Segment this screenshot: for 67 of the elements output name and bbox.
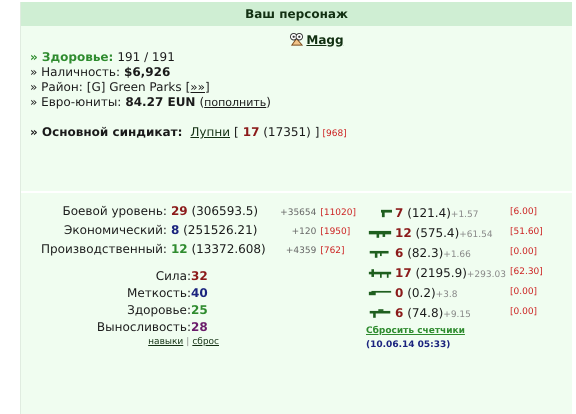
bracket: ] — [314, 124, 320, 141]
weapon-gain: +3.8 — [436, 288, 458, 302]
reset-counters-link[interactable]: Сбросить счетчики — [366, 325, 465, 338]
level-value: 12 (13372.608) — [170, 241, 266, 258]
attribute-value: 25 — [191, 302, 209, 319]
weapon-stat: 0 (0.2) — [395, 284, 436, 302]
weapon-bonus: [6.00] — [510, 206, 538, 220]
gun-icon — [368, 308, 392, 318]
reset-date: (10.06.14 05:33) — [366, 338, 450, 352]
info-value: 84.27 EUN — [125, 94, 196, 111]
info-label: » Здоровье: — [30, 49, 114, 66]
level-value: 8 (251526.21) — [170, 222, 258, 239]
weapon-gain: +9.15 — [443, 308, 471, 322]
avatar-icon — [289, 32, 304, 47]
info-label: » Евро-юниты: — [30, 94, 122, 111]
weapon-gain: +293.03 — [466, 268, 506, 282]
info-value: $6,926 — [124, 64, 170, 81]
weapon-stat: 12 (575.4) — [395, 224, 460, 242]
attribute-value: 40 — [191, 285, 209, 302]
top-up-link[interactable]: пополнить — [204, 95, 266, 112]
weapon-bonus: [0.00] — [510, 246, 538, 260]
level-label: Боевой уровень: — [61, 203, 167, 220]
weapon-bonus: [51.60] — [510, 226, 543, 240]
gun-icon — [381, 208, 392, 218]
bracket: [ — [234, 124, 239, 141]
level-bonus: [11020] — [320, 207, 356, 220]
attribute-label: Сила: — [154, 268, 191, 285]
syndicate-link[interactable]: Лупни — [190, 123, 230, 141]
panel-header: Ваш персонаж — [21, 2, 572, 26]
weapon-gain: +1.57 — [450, 208, 478, 222]
weapon-stat: 6 (82.3) — [395, 244, 444, 262]
weapon-bonus: [0.00] — [510, 286, 538, 300]
syndicate-level: 17 (17351) — [242, 124, 311, 141]
level-bonus: [762] — [320, 245, 346, 258]
parenthesis: ( — [199, 94, 204, 111]
level-gain: +4359 — [284, 245, 316, 258]
attribute-value: 28 — [191, 319, 209, 336]
level-bonus: [1950] — [320, 226, 352, 239]
info-label: » Наличность: — [30, 64, 120, 81]
gun-icon — [368, 268, 392, 278]
weapon-stat: 6 (74.8) — [395, 304, 444, 322]
level-label: Производственный: — [41, 241, 167, 258]
attribute-link[interactable]: навыки — [148, 336, 184, 349]
parenthesis: ) — [266, 94, 271, 111]
level-label: Экономический: — [62, 222, 167, 239]
info-value: 191 / 191 — [117, 49, 175, 66]
attribute-label: Меткость: — [126, 285, 191, 302]
weapon-bonus: [0.00] — [510, 306, 538, 320]
attribute-label: Здоровье: — [126, 302, 191, 319]
syndicate-extra: [968] — [322, 128, 347, 141]
attribute-label: Выносливость: — [96, 319, 191, 336]
info-label: » Район: — [30, 79, 83, 96]
attribute-value: 32 — [191, 268, 209, 285]
weapon-gain: +61.54 — [459, 228, 493, 242]
weapon-stat: 7 (121.4) — [395, 204, 451, 222]
info-value: [G] Green Parks — [86, 79, 182, 96]
level-value: 29 (306593.5) — [170, 203, 260, 220]
weapon-gain: +1.66 — [443, 248, 471, 262]
character-name-link[interactable]: Magg — [306, 30, 344, 48]
level-gain: +35654 — [279, 207, 316, 220]
level-gain: +120 — [290, 226, 316, 239]
separator: | — [186, 336, 190, 349]
district-link[interactable]: [»»] — [186, 78, 210, 96]
attribute-link[interactable]: сброс — [192, 336, 219, 349]
syndicate-label: » Основной синдикат: — [30, 124, 182, 141]
weapon-bonus: [62.30] — [510, 266, 543, 280]
weapon-stat: 17 (2195.9) — [395, 264, 467, 282]
